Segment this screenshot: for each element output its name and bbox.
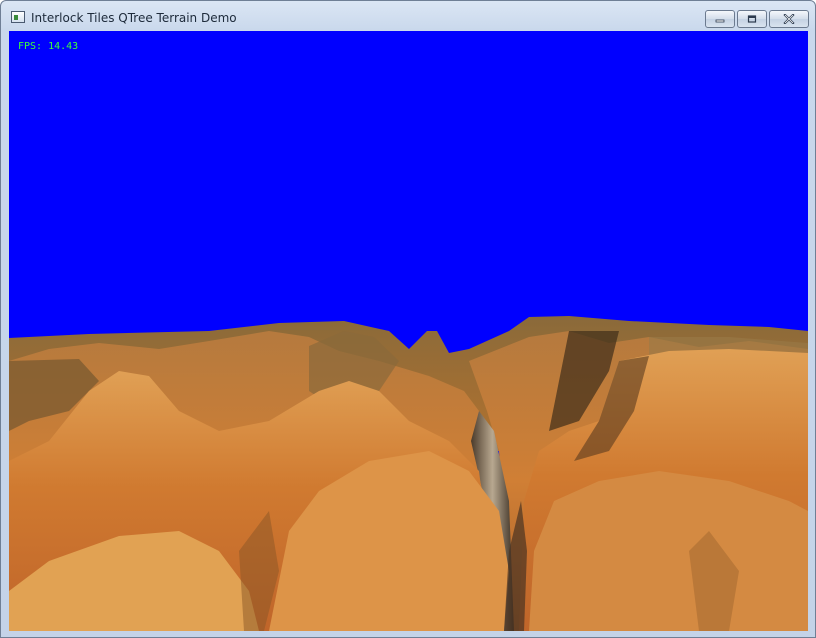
window-title: Interlock Tiles QTree Terrain Demo	[31, 11, 237, 25]
close-button[interactable]	[769, 10, 809, 28]
title-bar[interactable]: Interlock Tiles QTree Terrain Demo	[1, 1, 815, 31]
maximize-icon	[747, 15, 757, 23]
caption-buttons	[705, 10, 809, 28]
minimize-button[interactable]	[705, 10, 735, 28]
foreground-right-ridge	[529, 471, 808, 631]
fps-counter: FPS: 14.43	[18, 41, 79, 52]
application-window: Interlock Tiles QTree Terrain Demo FPS: …	[0, 0, 816, 638]
app-window-icon[interactable]	[11, 11, 25, 23]
terrain-render-viewport[interactable]: FPS: 14.43	[9, 31, 808, 631]
close-icon	[783, 14, 795, 24]
terrain-scene	[9, 31, 808, 631]
minimize-icon	[715, 19, 725, 23]
maximize-button[interactable]	[737, 10, 767, 28]
